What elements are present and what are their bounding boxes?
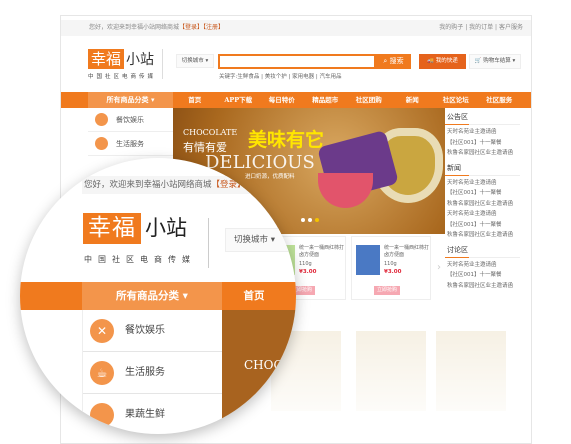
fruit-icon (90, 403, 114, 427)
bowl-image (318, 173, 373, 208)
notice-item[interactable]: 秋鲁名家园社区业主邀请函 (445, 148, 520, 159)
news-item[interactable]: 秋鲁名家园社区业主邀请函 (445, 199, 520, 210)
magnifier-circle: 您好，欢迎来到幸福小站网络商城【登录】 幸福 小站 中国社区电商传媒 切换城市 ▾… (20, 158, 296, 434)
news-item[interactable]: 秋鲁名家园社区业主邀请函 (445, 230, 520, 241)
logo[interactable]: 幸福 小站 (88, 49, 154, 69)
category-dining[interactable]: 餐饮娱乐 (88, 108, 173, 132)
category-menu: ✕ 餐饮娱乐 ☕ 生活服务 果蔬生鲜 (82, 310, 222, 434)
keyword-link[interactable]: 美妆个护 (265, 74, 287, 80)
fork-knife-icon: ✕ (90, 319, 114, 343)
customer-service-link[interactable]: 客户服务 (499, 24, 523, 31)
search-button[interactable]: ⌕ 搜索 (376, 54, 411, 69)
nav-daily-deals[interactable]: 每日特价 (260, 92, 304, 108)
next-arrow-icon[interactable]: › (437, 262, 441, 273)
login-link[interactable]: 【登录】 (179, 24, 203, 31)
discussion-item[interactable]: 天时名苑业主邀请函 (445, 260, 520, 271)
category-menu-button[interactable]: 所有商品分类 ▾ (88, 92, 173, 108)
top-bar: 您好，欢迎来到幸福小站网络商城【登录】【注册】 我的购子 | 我的订单 | 客户… (61, 20, 531, 36)
nav-home[interactable]: 首页 (222, 282, 286, 310)
search-input[interactable] (218, 54, 376, 69)
register-link[interactable]: 【注册】 (203, 24, 224, 31)
news-item[interactable]: 【社区001】十一聚餐 (445, 220, 520, 231)
nav-supermarket[interactable]: 精品超市 (304, 92, 348, 108)
category-life[interactable]: ☕ 生活服务 (83, 352, 222, 394)
cart-icon: 🛒 (474, 58, 482, 64)
logo-tagline: 中国社区电商传媒 (84, 255, 196, 264)
news-item[interactable]: 【社区001】十一聚餐 (445, 188, 520, 199)
news-title: 新闻 (445, 159, 520, 176)
main-nav: 所有商品分类 ▾ 首页 APP下载 每日特价 精品超市 社区团购 新闻 社区论坛… (61, 92, 531, 108)
category-dining[interactable]: ✕ 餐饮娱乐 (83, 310, 222, 352)
buy-now-button[interactable]: 立即抢购 (374, 286, 400, 295)
notice-item[interactable]: 天时名苑业主邀请函 (445, 127, 520, 138)
welcome-text: 您好，欢迎来到幸福小站网络商城 (89, 24, 180, 31)
cart-button[interactable]: 🛒 购物车结算 ▾ (469, 54, 521, 69)
carousel-dots[interactable] (301, 218, 319, 222)
nav-home[interactable]: 首页 (173, 92, 217, 108)
nav-service[interactable]: 社区服务 (478, 92, 522, 108)
keyword-link[interactable]: 生鲜食品 (237, 74, 259, 80)
keyword-link[interactable]: 家用电器 (292, 74, 314, 80)
category-fresh[interactable]: 果蔬生鲜 (83, 394, 222, 434)
notice-title: 公告区 (445, 108, 520, 125)
keywords: 关键字:生鲜食品 | 美妆个护 | 家用电器 | 汽车用品 (219, 74, 342, 80)
divider (162, 49, 163, 79)
divider (208, 218, 209, 268)
truck-icon: 🚚 (427, 58, 435, 64)
coffee-icon: ☕ (90, 361, 114, 385)
coffee-icon (95, 137, 108, 150)
product-card[interactable]: 统一来一桶西红柿打卤方便面 110g ¥3.00 立即抢购 (351, 236, 431, 300)
category-life[interactable]: 生活服务 (88, 132, 173, 156)
product-image (356, 245, 380, 275)
city-switch-button[interactable]: 切换城市 ▾ (225, 228, 296, 252)
hero-banner[interactable]: CHOCOLATE (222, 310, 296, 434)
banner-subtitle: 进口奶源，优质配料 (245, 174, 295, 180)
category-menu: 餐饮娱乐 生活服务 (88, 108, 173, 156)
notice-item[interactable]: 【社区001】十一聚餐 (445, 138, 520, 149)
nav-news[interactable]: 新闻 (391, 92, 435, 108)
nav-app[interactable]: APP下载 (217, 92, 261, 108)
nav-forum[interactable]: 社区论坛 (434, 92, 478, 108)
nav-group-buy[interactable]: 社区团购 (347, 92, 391, 108)
city-switch-button[interactable]: 切换城市 ▾ (176, 54, 214, 68)
my-link[interactable]: 我的购子 (439, 24, 463, 31)
dining-icon (95, 113, 108, 126)
logo-tagline: 中国社区电商传媒 (88, 74, 157, 80)
my-orders-link[interactable]: 我的订单 (469, 24, 493, 31)
category-menu-button[interactable]: 所有商品分类 ▾ (82, 282, 222, 310)
keyword-link[interactable]: 汽车用品 (319, 74, 341, 80)
express-button[interactable]: 🚚 我的快递 (419, 54, 466, 69)
info-sidebar: 公告区 天时名苑业主邀请函 【社区001】十一聚餐 秋鲁名家园社区业主邀请函 新… (445, 108, 520, 291)
news-item[interactable]: 天时名苑业主邀请函 (445, 178, 520, 189)
search-icon: ⌕ (383, 57, 388, 65)
discussion-item[interactable]: 【社区001】十一聚餐 (445, 270, 520, 281)
discussion-item[interactable]: 秋鲁名家园社区业主邀请函 (445, 281, 520, 292)
logo[interactable]: 幸福 小站 (83, 212, 187, 244)
news-item[interactable]: 天时名苑业主邀请函 (445, 209, 520, 220)
discussion-title: 讨论区 (445, 241, 520, 258)
